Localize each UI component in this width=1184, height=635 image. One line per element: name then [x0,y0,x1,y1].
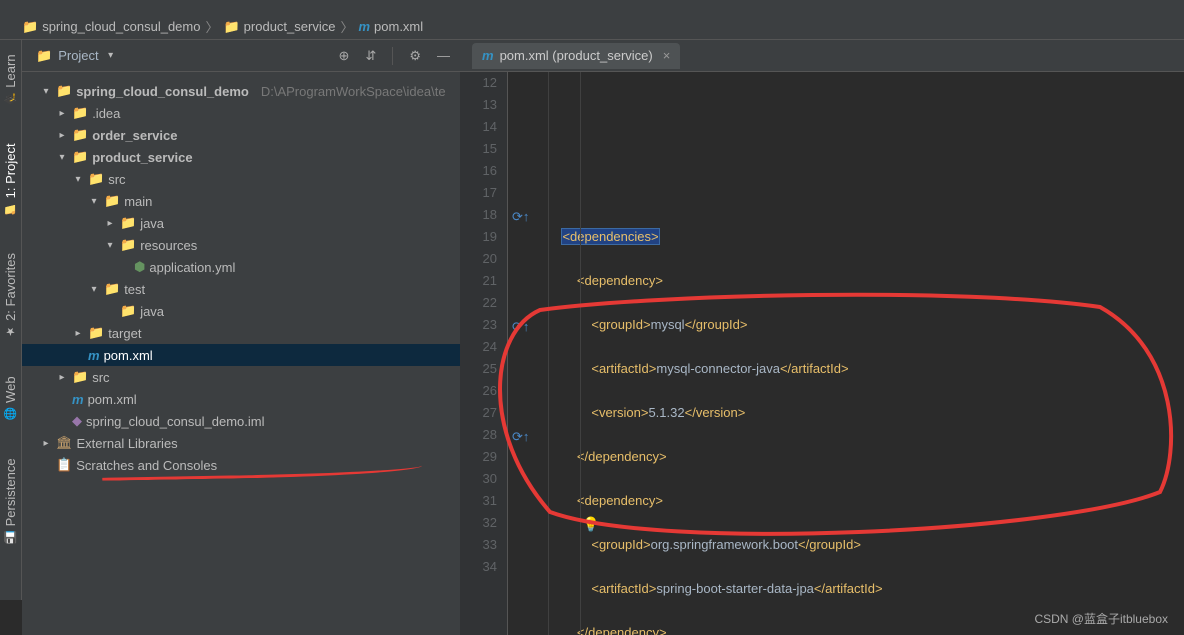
hide-icon[interactable]: — [437,48,450,63]
project-panel-header: 📁 Project ▾ ⊕ ⇵ ⚙ — [22,40,460,72]
code-line: <groupId>mysql</groupId> [508,314,1184,336]
tree-application-yml[interactable]: ⬢ application.yml [22,256,460,278]
code-line: <dependencies> [508,226,1184,248]
code-line: <dependency> [508,490,1184,512]
tool-tab-favorites[interactable]: ★ 2: Favorites [1,243,20,348]
tree-product-service[interactable]: ▾📁 product_service [22,146,460,168]
code-line: </dependency> [508,446,1184,468]
tree-src2[interactable]: ▸📁 src [22,366,460,388]
editor-gutter: 1213141516171819202122232425262728293031… [460,72,508,635]
editor-tabs: mpom.xml (product_service)× [460,40,1184,72]
close-tab-icon[interactable]: × [663,48,671,63]
code-line: <groupId>org.springframework.boot</group… [508,534,1184,556]
tree-resources[interactable]: ▾📁 resources [22,234,460,256]
code-editor[interactable]: 1213141516171819202122232425262728293031… [460,72,1184,635]
tree-target[interactable]: ▸📁 target [22,322,460,344]
code-line: <artifactId>mysql-connector-java</artifa… [508,358,1184,380]
gutter-run-icon[interactable]: ⟳↑ [512,426,529,448]
tree-idea[interactable]: ▸📁 .idea [22,102,460,124]
select-opened-file-icon[interactable]: ⊕ [339,48,350,64]
tool-tab-web[interactable]: 🌐 Web [1,366,20,430]
gear-icon[interactable]: ⚙ [409,48,421,64]
tree-java[interactable]: ▸📁 java [22,212,460,234]
gutter-run-icon[interactable]: ⟳↑ [512,206,529,228]
tool-tab-project[interactable]: 📁 1: Project [1,133,20,225]
crumb-root[interactable]: 📁 spring_cloud_consul_demo [22,19,200,35]
code-line: <artifactId>spring-boot-starter-data-jpa… [508,578,1184,600]
crumb-module[interactable]: 📁 product_service [223,19,335,35]
gutter-run-icon[interactable]: ⟳↑ [512,316,529,338]
project-view-selector[interactable]: 📁 Project ▾ [36,48,117,64]
tree-order-service[interactable]: ▸📁 order_service [22,124,460,146]
tree-scratches[interactable]: 📋 Scratches and Consoles [22,454,460,476]
tree-test[interactable]: ▾📁 test [22,278,460,300]
editor-tab-pom[interactable]: mpom.xml (product_service)× [472,43,680,69]
code-line: <dependency> [508,270,1184,292]
breadcrumb: 📁 spring_cloud_consul_demo 〉 📁 product_s… [0,14,1184,40]
crumb-file[interactable]: m pom.xml [358,19,423,34]
tool-tab-learn[interactable]: 🎓 Learn [1,44,20,115]
tree-test-java[interactable]: 📁 java [22,300,460,322]
watermark: CSDN @蓝盒子itbluebox [1034,610,1168,627]
expand-all-icon[interactable]: ⇵ [365,48,376,64]
tool-window-bar: 🎓 Learn 📁 1: Project ★ 2: Favorites 🌐 We… [0,40,22,600]
tree-pom2[interactable]: m pom.xml [22,388,460,410]
code-line: <version>5.1.32</version> [508,402,1184,424]
tree-pom-selected[interactable]: m pom.xml [22,344,460,366]
intention-bulb-icon[interactable]: 💡 [582,513,599,535]
tree-iml[interactable]: ◆ spring_cloud_consul_demo.iml [22,410,460,432]
code-area[interactable]: ⟳↑ ⟳↑ ⟳↑ 💡 <dependencies> <dependency> <… [508,72,1184,635]
tree-main[interactable]: ▾📁 main [22,190,460,212]
tree-src[interactable]: ▾📁 src [22,168,460,190]
tree-ext-libraries[interactable]: ▸🏛 External Libraries [22,432,460,454]
tool-tab-persistence[interactable]: 💾 Persistence [1,448,20,553]
chevron-right-icon: 〉 [340,17,353,36]
project-tree[interactable]: ▾📁 spring_cloud_consul_demoD:\AProgramWo… [22,72,460,635]
chevron-right-icon: 〉 [205,17,218,36]
tree-root[interactable]: ▾📁 spring_cloud_consul_demoD:\AProgramWo… [22,80,460,102]
